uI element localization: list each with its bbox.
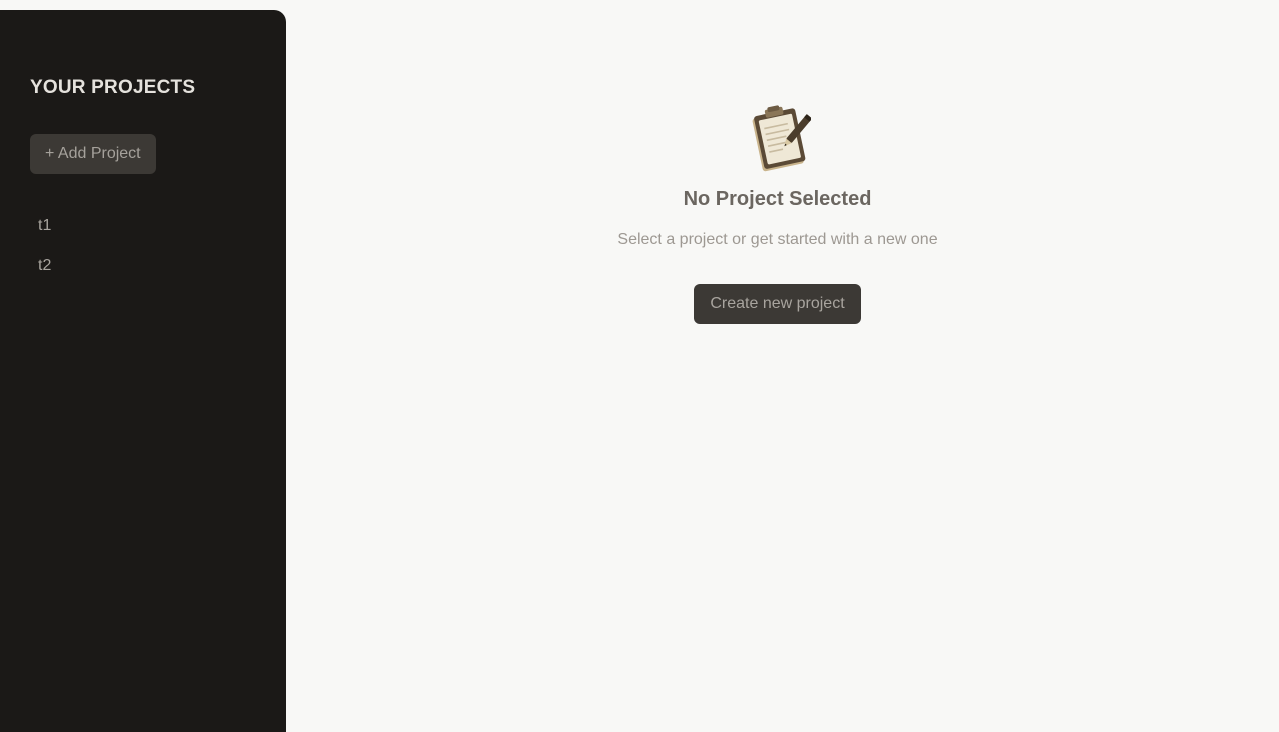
- empty-state-subtitle: Select a project or get started with a n…: [617, 231, 938, 248]
- main-content: No Project Selected Select a project or …: [286, 0, 1279, 732]
- project-item-t1[interactable]: t1: [30, 214, 256, 254]
- clipboard-pencil-icon: [752, 105, 811, 172]
- create-project-button[interactable]: Create new project: [694, 284, 861, 324]
- project-list: t1 t2: [30, 214, 256, 294]
- sidebar-title: YOUR PROJECTS: [30, 77, 196, 98]
- app: YOUR PROJECTS + Add Project t1 t2 No Pro…: [0, 0, 1279, 732]
- project-item-t2[interactable]: t2: [30, 254, 256, 294]
- empty-state-title: No Project Selected: [683, 188, 872, 210]
- empty-state: No Project Selected Select a project or …: [276, 104, 1279, 324]
- projects-sidebar: YOUR PROJECTS + Add Project t1 t2: [0, 10, 286, 732]
- add-project-button[interactable]: + Add Project: [30, 134, 156, 174]
